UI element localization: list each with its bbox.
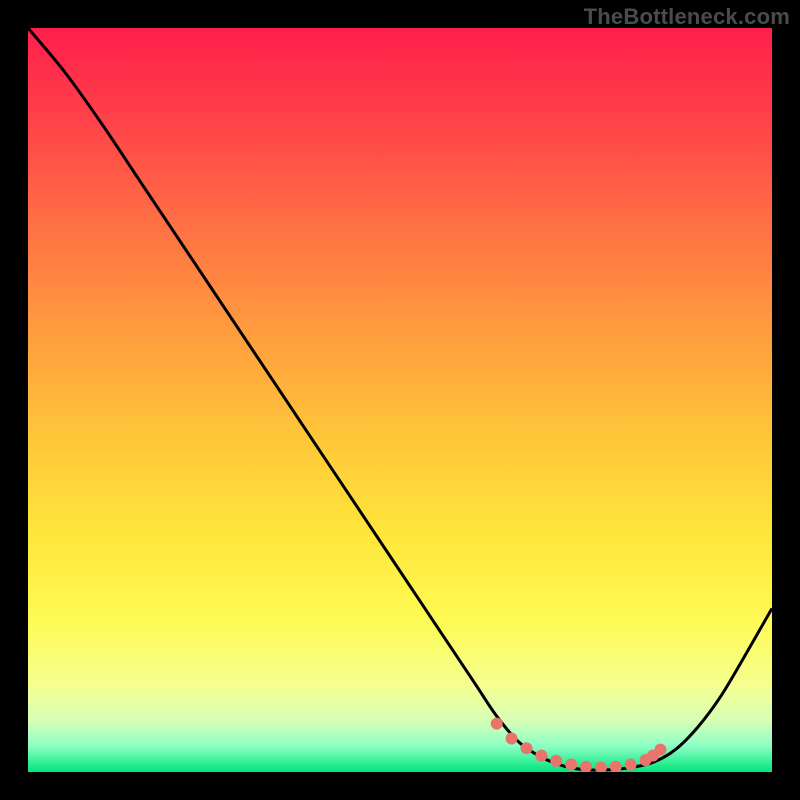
plot-area	[28, 28, 772, 772]
watermark-text: TheBottleneck.com	[584, 4, 790, 30]
marker-dot	[580, 761, 592, 772]
marker-dot	[625, 759, 637, 771]
marker-dot	[595, 762, 607, 772]
marker-dot	[610, 761, 622, 772]
marker-dot	[654, 744, 666, 756]
bottleneck-curve	[28, 28, 772, 770]
curve-layer	[28, 28, 772, 772]
marker-dot	[491, 718, 503, 730]
marker-dot	[550, 755, 562, 767]
optimal-range-markers	[491, 718, 667, 772]
marker-dot	[565, 759, 577, 771]
marker-dot	[520, 742, 532, 754]
marker-dot	[535, 750, 547, 762]
marker-dot	[506, 733, 518, 745]
chart-frame: TheBottleneck.com	[0, 0, 800, 800]
